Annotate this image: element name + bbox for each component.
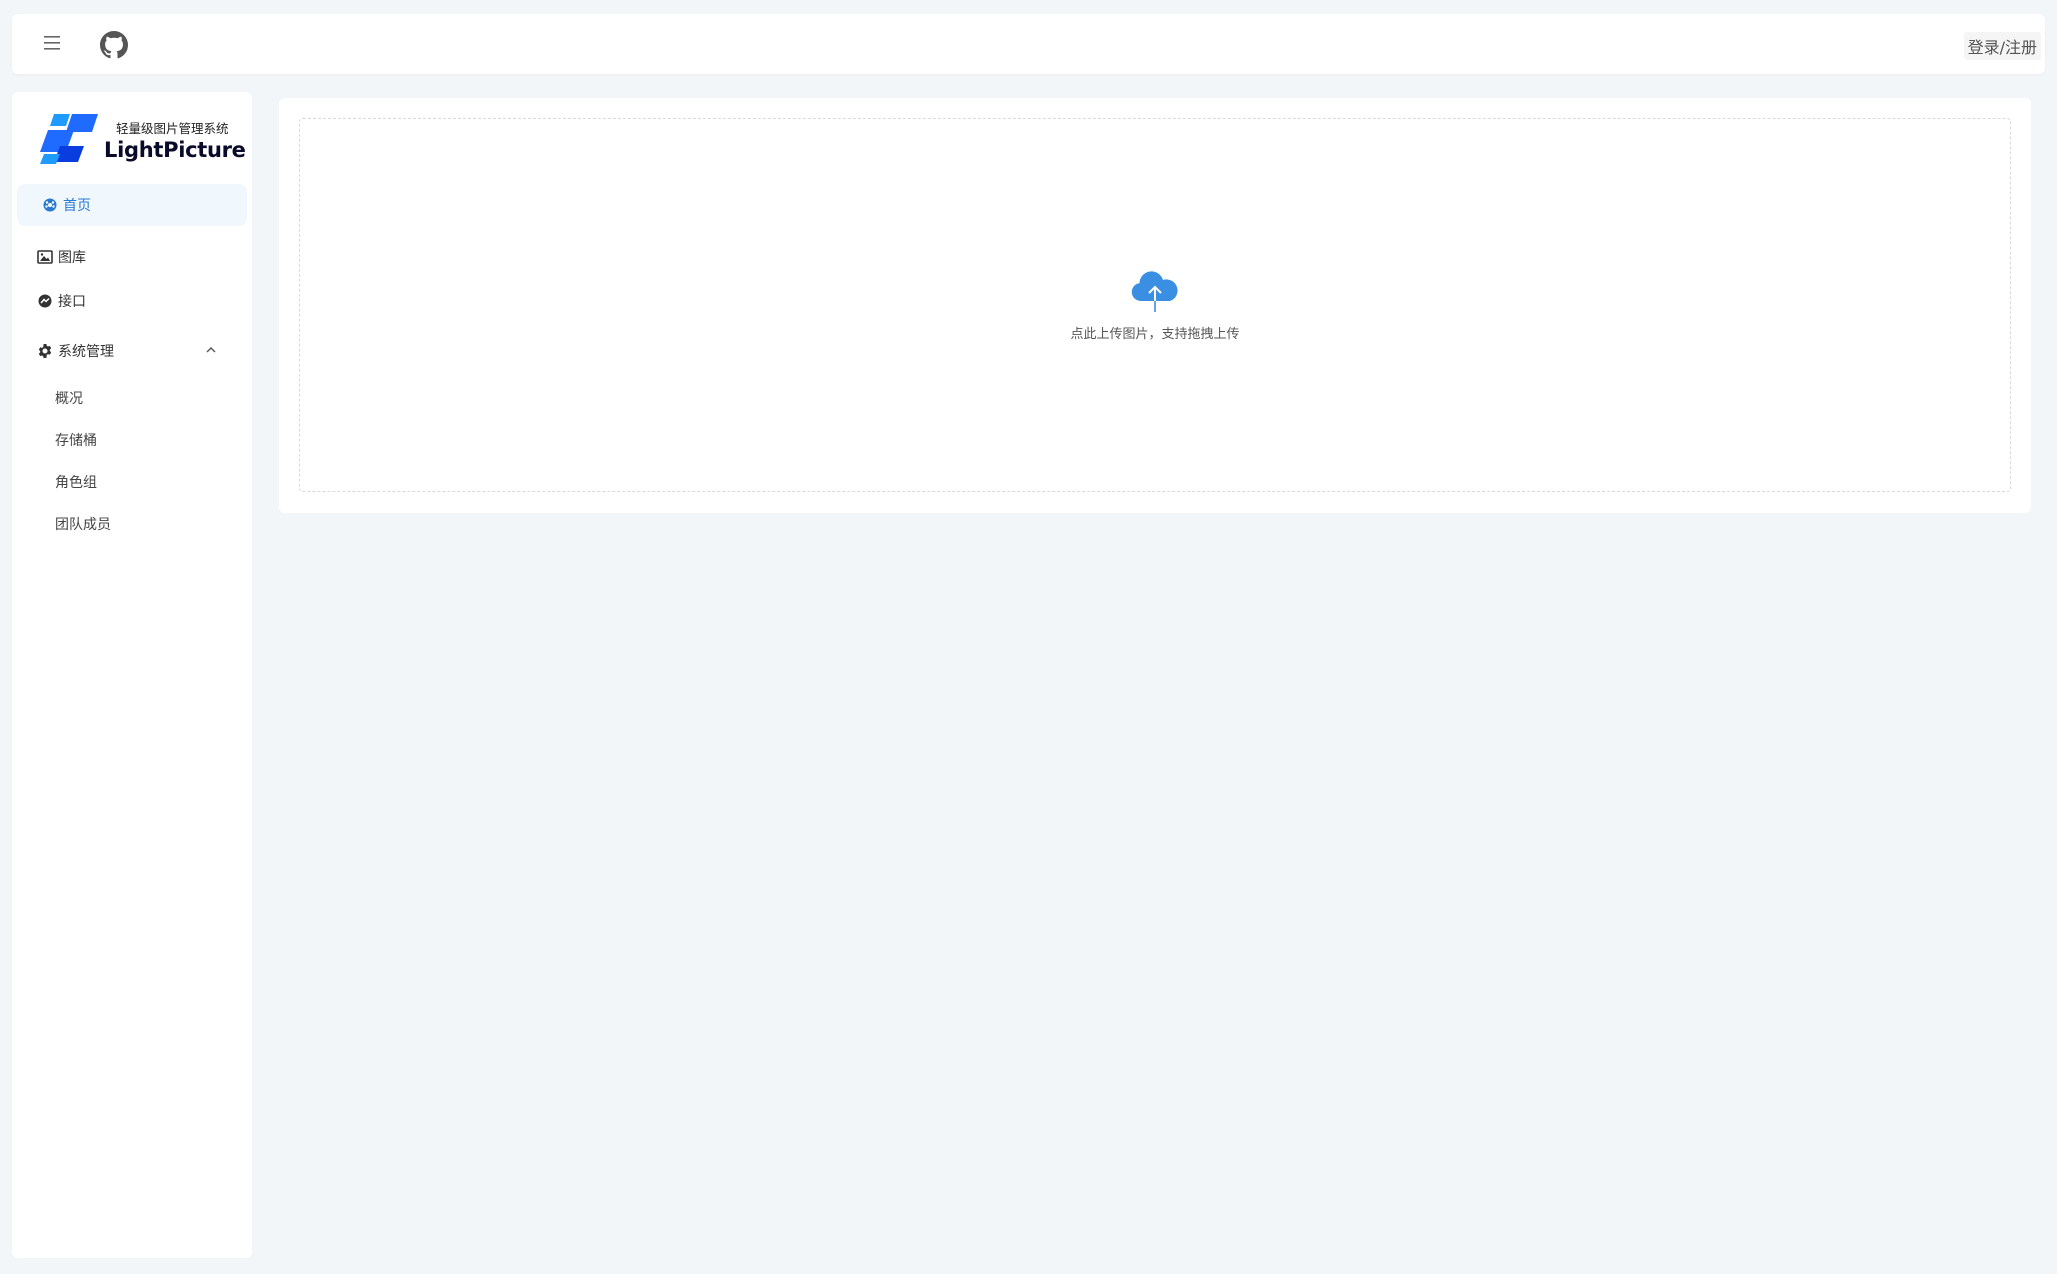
top-bar: 登录/注册 <box>12 14 2045 74</box>
sidebar-subitem-storage[interactable]: 存储桶 <box>55 430 97 450</box>
cloud-upload-icon <box>1131 271 1178 312</box>
sidebar-item-label: 图库 <box>58 250 86 266</box>
chevron-up-icon[interactable] <box>205 344 217 356</box>
login-register-link[interactable]: 登录/注册 <box>1963 32 2041 60</box>
github-icon[interactable] <box>100 31 128 59</box>
sidebar-item-gallery[interactable]: 图库 <box>17 236 247 278</box>
upload-dropzone[interactable]: 点此上传图片，支持拖拽上传 <box>299 118 2011 492</box>
upload-card: 点此上传图片，支持拖拽上传 <box>279 98 2031 513</box>
upload-hint: 点此上传图片，支持拖拽上传 <box>1070 327 1240 342</box>
sidebar-item-label: 接口 <box>58 294 86 310</box>
image-icon <box>37 250 53 264</box>
sidebar-item-system[interactable]: 系统管理 <box>17 330 247 372</box>
messenger-icon <box>38 294 52 308</box>
menu-toggle-icon[interactable] <box>42 33 66 55</box>
logo-mark-icon <box>40 114 98 164</box>
logo-subtitle: 轻量级图片管理系统 <box>116 121 229 136</box>
sidebar-item-label: 系统管理 <box>58 344 114 360</box>
logo[interactable]: 轻量级图片管理系统 LightPicture <box>40 112 246 172</box>
sidebar-subitem-team[interactable]: 团队成员 <box>55 514 111 534</box>
sidebar-item-home[interactable]: 首页 <box>17 184 247 226</box>
logo-title: LightPicture <box>104 138 246 162</box>
sidebar-item-label: 首页 <box>63 198 91 214</box>
sidebar-subitem-roles[interactable]: 角色组 <box>55 472 97 492</box>
dashboard-icon <box>43 198 57 212</box>
sidebar-subitem-overview[interactable]: 概况 <box>55 388 83 408</box>
gear-icon <box>38 344 52 358</box>
sidebar-item-api[interactable]: 接口 <box>17 280 247 322</box>
sidebar: 轻量级图片管理系统 LightPicture 首页 图库 接口 系统管理 概况 … <box>12 92 252 1258</box>
